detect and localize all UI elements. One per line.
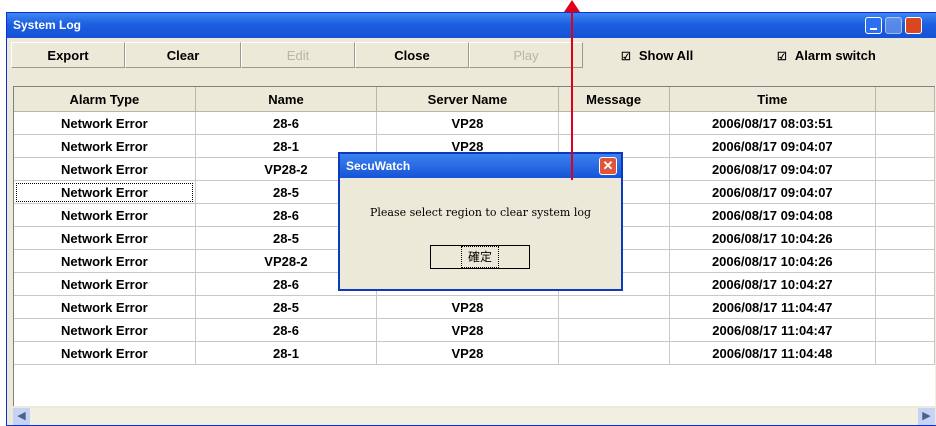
dialog-title-bar[interactable]: SecuWatch ✕ [340,154,621,178]
cell-server-name: VP28 [377,296,558,319]
cell-alarm-type: Network Error [14,227,195,250]
play-button[interactable]: Play [469,42,583,68]
column-header-message[interactable]: Message [558,87,669,112]
column-header-filler [876,87,935,112]
cell-alarm-type: Network Error [14,204,195,227]
title-bar[interactable]: System Log [7,13,936,38]
cell-message [558,112,669,135]
window-title: System Log [13,18,81,32]
checkbox-check-icon: ☑ [621,51,631,63]
minimize-button[interactable] [865,17,882,34]
cell-filler [876,250,935,273]
annotation-arrow-head-icon [564,0,580,12]
cell-alarm-type: Network Error [14,296,195,319]
table-row[interactable]: Network Error 28-1 VP28 2006/08/17 11:04:48 [14,342,935,365]
cell-time: 2006/08/17 10:04:27 [669,273,875,296]
cell-time: 2006/08/17 10:04:26 [669,227,875,250]
cell-alarm-type: Network Error [14,158,195,181]
table-header-row: Alarm Type Name Server Name Message Time [14,87,935,112]
cell-filler [876,296,935,319]
checkbox-check-icon: ☑ [777,51,787,63]
cell-message [558,296,669,319]
table-row[interactable]: Network Error 28-6 VP28 2006/08/17 11:04:47 [14,319,935,342]
toolbar: Export Clear Edit Close Play ☑ Show All ☑… [7,38,936,74]
table-row[interactable]: Network Error 28-6 VP28 2006/08/17 08:03:51 [14,112,935,135]
cell-alarm-type: Network Error [14,112,195,135]
close-window-button[interactable] [905,17,922,34]
show-all-checkbox[interactable]: ☑ Show All [621,48,693,63]
export-button[interactable]: Export [11,42,125,68]
annotation-arrow-line [571,8,573,180]
cell-time: 2006/08/17 09:04:08 [669,204,875,227]
cell-time: 2006/08/17 10:04:26 [669,250,875,273]
cell-alarm-type: Network Error [14,319,195,342]
cell-filler [876,158,935,181]
cell-alarm-type: Network Error [14,135,195,158]
cell-filler [876,227,935,250]
table-row[interactable]: Network Error 28-5 VP28 2006/08/17 11:04:47 [14,296,935,319]
cell-server-name: VP28 [377,112,558,135]
cell-name: 28-6 [195,112,376,135]
cell-server-name: VP28 [377,319,558,342]
dialog-message: Please select region to clear system log [340,206,621,219]
alarm-switch-label: Alarm switch [795,48,876,63]
column-header-time[interactable]: Time [669,87,875,112]
cell-time: 2006/08/17 11:04:47 [669,319,875,342]
cell-name: 28-1 [195,342,376,365]
scroll-left-icon[interactable]: ◀ [13,408,30,425]
secuwatch-dialog: SecuWatch ✕ Please select region to clea… [338,152,623,291]
edit-button[interactable]: Edit [241,42,355,68]
cell-time: 2006/08/17 11:04:48 [669,342,875,365]
cell-filler [876,319,935,342]
cell-message [558,319,669,342]
cell-filler [876,112,935,135]
cell-time: 2006/08/17 09:04:07 [669,135,875,158]
cell-alarm-type: Network Error [14,181,195,204]
cell-alarm-type: Network Error [14,250,195,273]
cell-filler [876,204,935,227]
show-all-label: Show All [639,48,693,63]
cell-message [558,342,669,365]
dialog-close-icon[interactable]: ✕ [599,157,617,175]
column-header-server-name[interactable]: Server Name [377,87,558,112]
alarm-switch-checkbox[interactable]: ☑ Alarm switch [777,48,876,63]
cell-server-name: VP28 [377,342,558,365]
cell-filler [876,342,935,365]
cell-time: 2006/08/17 08:03:51 [669,112,875,135]
cell-alarm-type: Network Error [14,342,195,365]
horizontal-scrollbar[interactable]: ◀ ▶ [13,408,935,425]
cell-name: 28-6 [195,319,376,342]
clear-button[interactable]: Clear [125,42,241,68]
cell-time: 2006/08/17 09:04:07 [669,158,875,181]
cell-time: 2006/08/17 11:04:47 [669,296,875,319]
column-header-alarm-type[interactable]: Alarm Type [14,87,195,112]
cell-time: 2006/08/17 09:04:07 [669,181,875,204]
close-button[interactable]: Close [355,42,469,68]
dialog-ok-button[interactable]: 確定 [430,245,530,269]
column-header-name[interactable]: Name [195,87,376,112]
maximize-button[interactable] [885,17,902,34]
cell-filler [876,135,935,158]
cell-name: 28-5 [195,296,376,319]
scroll-right-icon[interactable]: ▶ [918,408,935,425]
cell-alarm-type: Network Error [14,273,195,296]
dialog-title: SecuWatch [346,159,410,173]
cell-filler [876,181,935,204]
cell-filler [876,273,935,296]
dialog-ok-label: 確定 [461,246,499,268]
